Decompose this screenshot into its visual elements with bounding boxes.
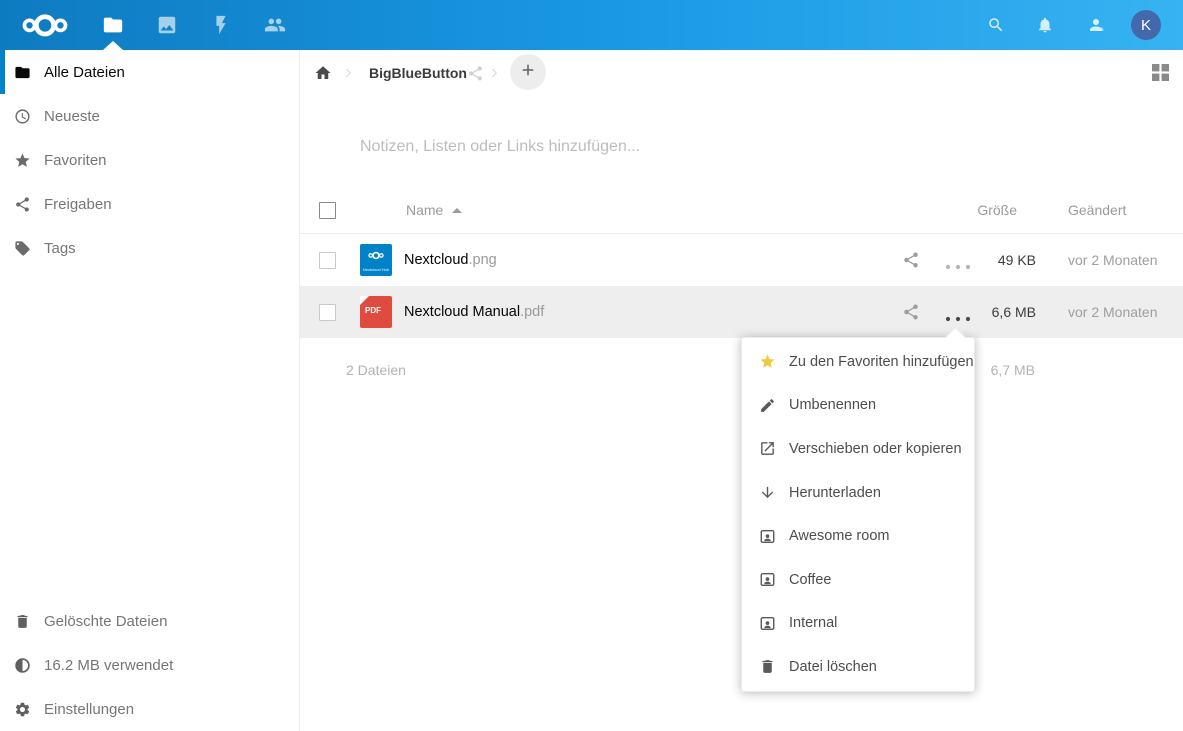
sidebar-item-label: Favoriten xyxy=(44,152,107,169)
row-checkbox[interactable] xyxy=(319,252,336,269)
tag-icon xyxy=(14,240,31,257)
avatar-letter: K xyxy=(1141,17,1151,34)
sidebar-item-favorites[interactable]: Favoriten xyxy=(0,138,299,182)
menu-item-internal[interactable]: Internal xyxy=(742,602,974,646)
nextcloud-files-app: K Alle Dateien Neueste Favoriten F xyxy=(0,0,1183,731)
star-icon xyxy=(759,353,776,370)
photos-app-icon[interactable] xyxy=(156,14,178,36)
search-icon[interactable] xyxy=(987,16,1005,34)
column-header-name[interactable]: Name xyxy=(406,186,443,234)
file-size: 49 KB xyxy=(916,234,1036,286)
table-row-nextcloud-manual-pdf[interactable]: PDF Nextcloud Manual.pdf 6,6 MB vor 2 Mo… xyxy=(300,286,1183,338)
pdf-badge-label: PDF xyxy=(360,306,386,315)
grid-view-toggle-icon[interactable] xyxy=(1151,63,1170,82)
breadcrumb-chevron-icon xyxy=(341,66,355,80)
menu-item-label: Herunterladen xyxy=(789,485,881,501)
folder-icon xyxy=(14,64,31,81)
file-extension: .png xyxy=(468,252,496,268)
notifications-bell-icon[interactable] xyxy=(1036,16,1054,34)
trash-icon xyxy=(14,613,31,630)
user-avatar[interactable]: K xyxy=(1131,10,1161,40)
sidebar-item-recent[interactable]: Neueste xyxy=(0,94,299,138)
files-sidebar: Alle Dateien Neueste Favoriten Freigaben… xyxy=(0,50,300,731)
pdf-fold-corner xyxy=(360,296,369,305)
sidebar-item-tags[interactable]: Tags xyxy=(0,226,299,270)
file-modified: vor 2 Monaten xyxy=(1068,286,1158,338)
top-navigation-bar: K xyxy=(0,0,1183,50)
menu-item-download[interactable]: Herunterladen xyxy=(742,471,974,515)
new-file-button[interactable] xyxy=(510,54,546,90)
sidebar-item-label: Gelöschte Dateien xyxy=(44,613,167,630)
menu-item-label: Verschieben oder kopieren xyxy=(789,441,962,457)
menu-item-label: Umbenennen xyxy=(789,397,876,413)
files-app-icon[interactable] xyxy=(102,14,124,36)
breadcrumb-current-folder[interactable]: BigBlueButton xyxy=(369,65,467,81)
select-all-checkbox[interactable] xyxy=(319,202,336,219)
gear-icon xyxy=(14,701,31,718)
room-icon xyxy=(759,615,776,632)
menu-item-delete-file[interactable]: Datei löschen xyxy=(742,645,974,689)
contacts-app-icon[interactable] xyxy=(264,14,286,36)
download-arrow-icon xyxy=(759,484,776,501)
trash-icon xyxy=(759,658,776,675)
sort-ascending-icon xyxy=(452,208,462,213)
column-header-size[interactable]: Größe xyxy=(897,186,1017,234)
activity-app-icon[interactable] xyxy=(210,14,232,36)
room-icon xyxy=(759,571,776,588)
nextcloud-logo-icon[interactable] xyxy=(13,13,77,37)
file-size: 6,6 MB xyxy=(916,286,1036,338)
menu-item-label: Datei löschen xyxy=(789,659,877,675)
contacts-menu-icon[interactable] xyxy=(1087,16,1105,34)
file-list-header-row: Name Größe Geändert xyxy=(300,186,1183,234)
column-header-modified[interactable]: Geändert xyxy=(1068,186,1126,234)
table-row-nextcloud-png[interactable]: Nextcloud Hub Nextcloud.png 49 KB vor 2 … xyxy=(300,234,1183,286)
menu-item-coffee[interactable]: Coffee xyxy=(742,558,974,602)
row-checkbox[interactable] xyxy=(319,304,336,321)
menu-item-rename[interactable]: Umbenennen xyxy=(742,384,974,428)
move-external-icon xyxy=(759,440,776,457)
png-file-thumbnail[interactable]: Nextcloud Hub xyxy=(360,244,392,276)
quota-pie-icon xyxy=(14,657,31,674)
notes-input-placeholder[interactable]: Notizen, Listen oder Links hinzufügen... xyxy=(360,138,640,156)
clock-icon xyxy=(14,108,31,125)
thumbnail-caption: Nextcloud Hub xyxy=(360,267,392,272)
sidebar-item-shares[interactable]: Freigaben xyxy=(0,182,299,226)
breadcrumb-share-icon[interactable] xyxy=(467,65,484,82)
star-icon xyxy=(14,152,31,169)
menu-item-label: Coffee xyxy=(789,572,831,588)
room-icon xyxy=(759,528,776,545)
plus-icon xyxy=(519,61,537,84)
pdf-file-thumbnail[interactable]: PDF xyxy=(360,296,392,328)
file-name[interactable]: Nextcloud Manual.pdf xyxy=(404,286,544,338)
sidebar-item-label: Alle Dateien xyxy=(44,64,125,81)
share-icon xyxy=(14,196,31,213)
sidebar-item-all-files[interactable]: Alle Dateien xyxy=(0,50,299,94)
sidebar-item-settings[interactable]: Einstellungen xyxy=(0,687,299,731)
sidebar-item-label: Neueste xyxy=(44,108,100,125)
breadcrumb-chevron-icon xyxy=(487,66,501,80)
sidebar-item-label: Freigaben xyxy=(44,196,112,213)
sidebar-item-deleted-files[interactable]: Gelöschte Dateien xyxy=(0,599,299,643)
menu-item-label: Internal xyxy=(789,615,837,631)
sidebar-item-label: Einstellungen xyxy=(44,701,134,718)
sidebar-item-quota: 16.2 MB verwendet xyxy=(0,643,299,687)
menu-item-add-to-favorites[interactable]: Zu den Favoriten hinzufügen xyxy=(742,340,974,384)
menu-item-label: Zu den Favoriten hinzufügen xyxy=(789,354,974,370)
pencil-icon xyxy=(759,397,776,414)
file-actions-context-menu: Zu den Favoriten hinzufügen Umbenennen V… xyxy=(741,337,975,692)
home-icon[interactable] xyxy=(314,64,332,82)
file-modified: vor 2 Monaten xyxy=(1068,234,1158,286)
active-app-indicator xyxy=(103,41,123,50)
menu-item-move-or-copy[interactable]: Verschieben oder kopieren xyxy=(742,427,974,471)
sidebar-footer: Gelöschte Dateien 16.2 MB verwendet Eins… xyxy=(0,599,299,731)
quota-label: 16.2 MB verwendet xyxy=(44,657,173,674)
menu-item-awesome-room[interactable]: Awesome room xyxy=(742,514,974,558)
file-count: 2 Dateien xyxy=(346,338,406,402)
sidebar-item-label: Tags xyxy=(44,240,76,257)
file-name[interactable]: Nextcloud.png xyxy=(404,234,497,286)
menu-item-label: Awesome room xyxy=(789,528,889,544)
file-extension: .pdf xyxy=(520,304,544,320)
